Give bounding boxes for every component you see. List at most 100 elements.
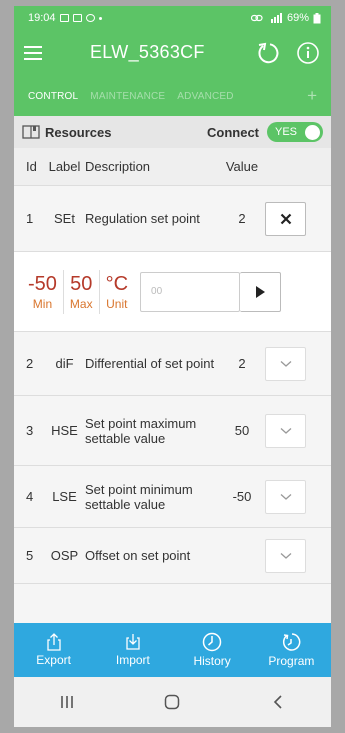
system-nav-bar <box>14 677 331 727</box>
row-label: diF <box>55 356 74 371</box>
row-value: 50 <box>234 423 250 438</box>
tab-maintenance[interactable]: MAINTENANCE <box>84 91 171 102</box>
edit-panel: -50 Min 50 Max °C Unit <box>14 252 331 332</box>
program-icon <box>283 633 301 651</box>
back-icon <box>274 695 282 709</box>
row-id: 3 <box>26 423 34 438</box>
table-header: Id Label Description Value <box>14 148 331 186</box>
expand-row-button[interactable] <box>265 479 306 514</box>
chevron-down-icon <box>280 552 291 559</box>
header-description: Description <box>85 159 151 174</box>
notification-icon <box>85 14 95 22</box>
import-button[interactable]: Import <box>93 623 172 677</box>
more-dot-icon <box>98 16 102 20</box>
resources-title: Resources <box>45 124 112 140</box>
export-button[interactable]: Export <box>14 623 93 677</box>
table-row[interactable]: 3 HSE Set point maximum settable value 5… <box>14 396 331 466</box>
row-description: Regulation set point <box>85 211 200 226</box>
unit-label: Unit <box>106 296 128 311</box>
row-label: SEt <box>54 211 75 226</box>
row-value: 2 <box>238 356 246 371</box>
program-label: Program <box>268 654 315 668</box>
value-input[interactable] <box>140 271 241 312</box>
header-value: Value <box>225 159 259 174</box>
toggle-knob <box>305 124 320 140</box>
recent-apps-button[interactable] <box>47 687 87 717</box>
home-button[interactable] <box>152 687 192 717</box>
link-icon <box>250 14 263 22</box>
device-title: ELW_5363CF <box>90 42 205 62</box>
add-tab-button[interactable]: + <box>307 86 323 106</box>
book-icon <box>22 125 40 139</box>
status-bar: 19:04 69% <box>14 6 331 30</box>
tab-advanced[interactable]: ADVANCED <box>171 91 239 102</box>
table-row[interactable]: 4 LSE Set point minimum settable value -… <box>14 466 331 528</box>
expand-row-button[interactable] <box>265 413 306 448</box>
program-button[interactable]: Program <box>252 623 331 677</box>
close-icon <box>280 213 291 224</box>
row-id: 1 <box>26 211 34 226</box>
close-row-button[interactable] <box>265 201 306 236</box>
play-icon <box>256 285 266 298</box>
info-button[interactable] <box>295 40 321 66</box>
table-row[interactable]: 5 OSP Offset on set point <box>14 528 331 584</box>
info-icon <box>297 42 319 64</box>
send-value-button[interactable] <box>240 271 282 312</box>
chevron-down-icon <box>280 427 291 434</box>
resources-bar: Resources Connect YES <box>14 116 331 148</box>
status-time: 19:04 <box>28 12 56 24</box>
expand-row-button[interactable] <box>265 346 306 381</box>
menu-button[interactable] <box>24 40 50 66</box>
max-field: 50 Max <box>64 272 99 312</box>
expand-row-button[interactable] <box>265 538 306 573</box>
row-value: 2 <box>238 211 246 226</box>
table-row[interactable]: 1 SEt Regulation set point 2 <box>14 186 331 252</box>
signal-icon <box>270 13 282 23</box>
recent-apps-icon <box>61 696 73 708</box>
history-icon <box>202 632 222 652</box>
row-id: 2 <box>26 356 34 371</box>
unit-field: °C Unit <box>100 272 134 312</box>
row-description: Differential of set point <box>85 356 215 371</box>
unit-value: °C <box>105 272 129 295</box>
history-button[interactable]: History <box>173 623 252 677</box>
tab-bar: CONTROL MAINTENANCE ADVANCED + <box>14 76 331 116</box>
app-bar: ELW_5363CF <box>14 30 331 76</box>
row-description: Set point maximum settable value <box>85 415 197 446</box>
history-label: History <box>193 654 231 668</box>
min-value: -50 <box>28 272 57 295</box>
import-icon <box>126 634 140 650</box>
refresh-icon <box>258 42 279 64</box>
table-row[interactable]: 2 diF Differential of set point 2 <box>14 332 331 396</box>
battery-percent: 69% <box>286 12 309 24</box>
header-id: Id <box>26 159 37 174</box>
phone-screen: 19:04 69% ELW_5363CF CONTROL MAINTENANCE… <box>14 6 331 727</box>
bottom-action-bar: Export Import History Program <box>14 623 331 677</box>
row-id: 4 <box>26 489 34 504</box>
row-label: OSP <box>50 548 79 563</box>
import-label: Import <box>115 653 150 667</box>
export-icon <box>46 633 61 651</box>
row-label: LSE <box>52 489 77 504</box>
connect-label: Connect <box>207 124 259 140</box>
row-label: HSE <box>51 423 78 438</box>
row-value: -50 <box>232 489 252 504</box>
min-label: Min <box>32 296 53 311</box>
chevron-down-icon <box>280 493 291 500</box>
max-label: Max <box>69 296 93 311</box>
battery-icon <box>313 12 321 23</box>
row-id: 5 <box>26 548 34 563</box>
home-icon <box>165 694 180 710</box>
max-value: 50 <box>70 272 93 295</box>
back-button[interactable] <box>258 687 298 717</box>
app-header: 19:04 69% ELW_5363CF CONTROL MAINTENANCE… <box>14 6 331 116</box>
refresh-button[interactable] <box>255 40 281 66</box>
min-field: -50 Min <box>22 272 63 312</box>
header-label: Label <box>48 159 81 174</box>
export-label: Export <box>36 653 71 667</box>
connect-toggle[interactable]: YES <box>267 122 323 142</box>
gallery-icon <box>59 14 69 22</box>
tab-control[interactable]: CONTROL <box>22 91 84 102</box>
toggle-label: YES <box>275 126 298 138</box>
row-description: Set point minimum settable value <box>85 481 193 512</box>
